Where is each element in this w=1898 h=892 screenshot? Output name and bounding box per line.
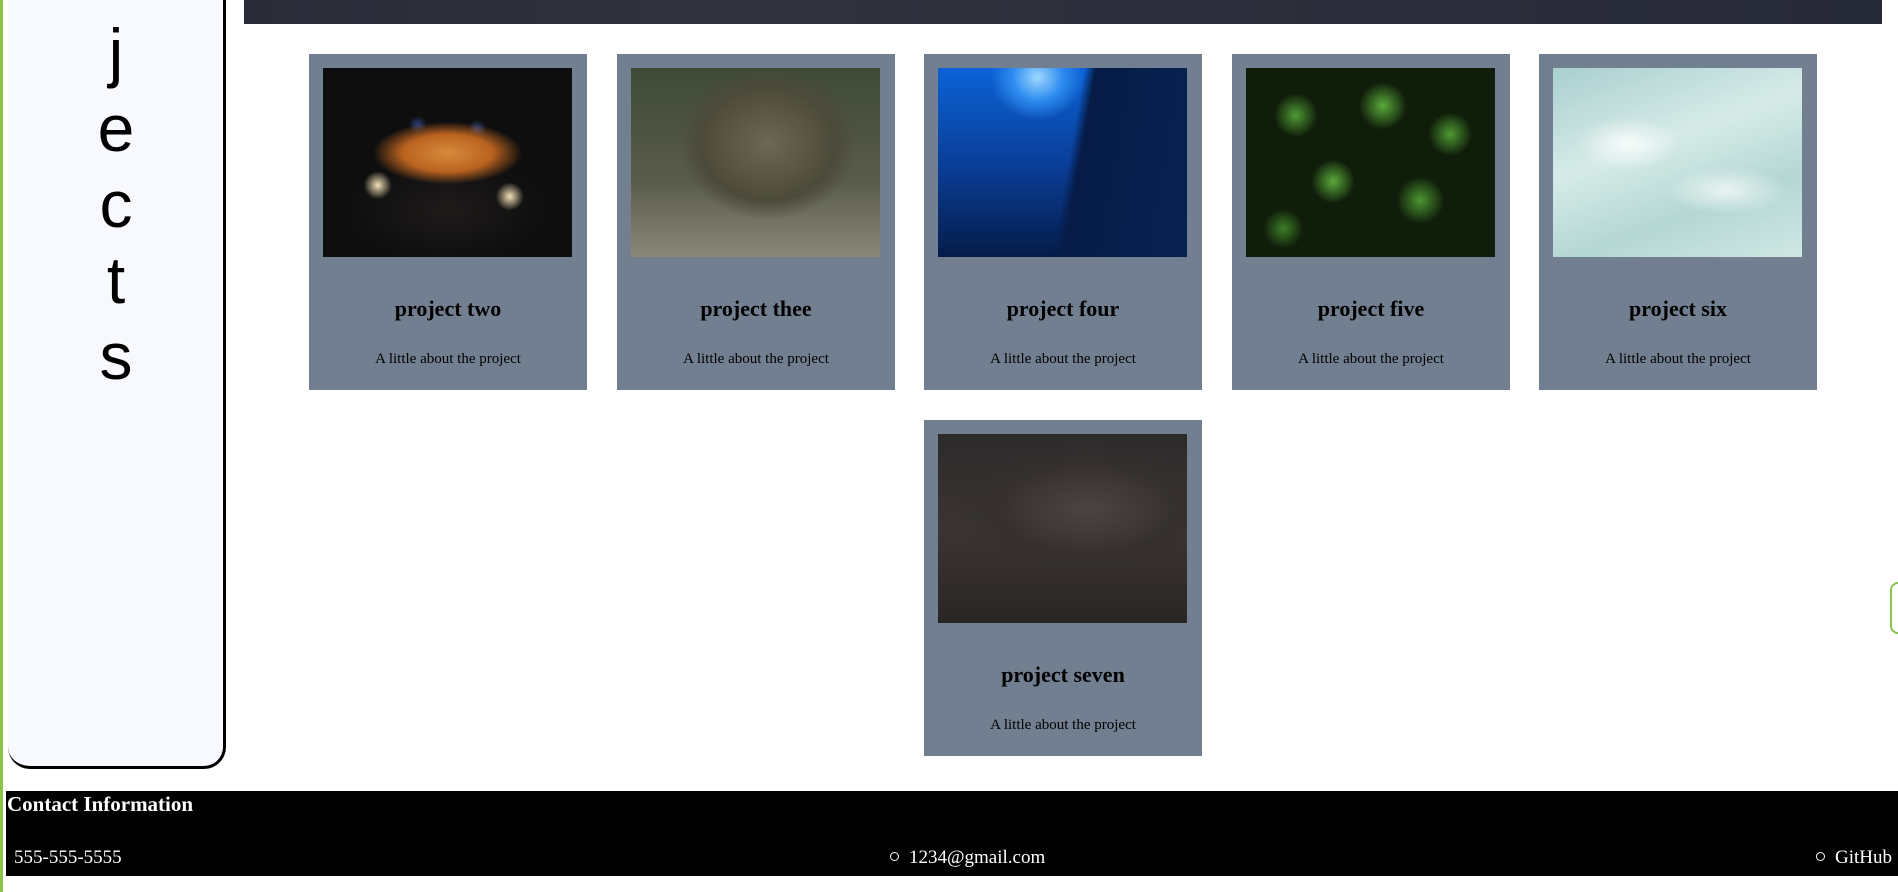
contact-github[interactable]: GitHub <box>1816 847 1892 869</box>
bullet-icon <box>1816 852 1825 862</box>
sidebar-letter: j <box>108 15 124 89</box>
sidebar: j e c t s <box>8 0 226 769</box>
project-image <box>938 68 1187 257</box>
project-title: project thee <box>700 296 812 321</box>
side-scroll-tab[interactable] <box>1890 582 1898 634</box>
sidebar-letter: c <box>99 167 133 241</box>
sidebar-letter: s <box>99 319 133 393</box>
bullet-icon <box>890 852 899 862</box>
project-card[interactable]: project seven A little about the project <box>924 420 1202 756</box>
project-image <box>938 434 1187 623</box>
phone-text: 555-555-5555 <box>14 847 122 868</box>
sidebar-letter: e <box>97 91 135 165</box>
project-title: project two <box>394 296 502 321</box>
sidebar-vertical-title: j e c t s <box>8 14 224 394</box>
project-image <box>1246 68 1495 257</box>
project-description: A little about the project <box>1605 351 1751 367</box>
hero-banner <box>244 0 1882 24</box>
project-image <box>323 68 572 257</box>
project-title: project six <box>1629 296 1727 321</box>
sidebar-letter: t <box>106 243 126 317</box>
project-description: A little about the project <box>990 717 1136 733</box>
project-card[interactable]: project four A little about the project <box>924 54 1202 390</box>
project-title: project four <box>1006 296 1120 321</box>
project-card[interactable]: project two A little about the project <box>309 54 587 390</box>
project-card[interactable]: project thee A little about the project <box>617 54 895 390</box>
footer: Contact Information 555-555-5555 1234@gm… <box>6 791 1898 876</box>
project-description: A little about the project <box>375 351 521 367</box>
project-description: A little about the project <box>683 351 829 367</box>
contact-phone: 555-555-5555 <box>14 847 122 869</box>
project-card[interactable]: project six A little about the project <box>1539 54 1817 390</box>
project-description: A little about the project <box>1298 351 1444 367</box>
project-card[interactable]: project five A little about the project <box>1232 54 1510 390</box>
page-left-edge <box>0 0 3 892</box>
project-image <box>631 68 880 257</box>
project-description: A little about the project <box>990 351 1136 367</box>
project-image <box>1553 68 1802 257</box>
project-title: project seven <box>1001 662 1125 687</box>
project-title: project five <box>1317 296 1425 321</box>
footer-title: Contact Information <box>7 792 194 816</box>
github-link[interactable]: GitHub <box>1835 847 1892 868</box>
contact-email[interactable]: 1234@gmail.com <box>890 847 1045 869</box>
email-link[interactable]: 1234@gmail.com <box>909 847 1045 868</box>
